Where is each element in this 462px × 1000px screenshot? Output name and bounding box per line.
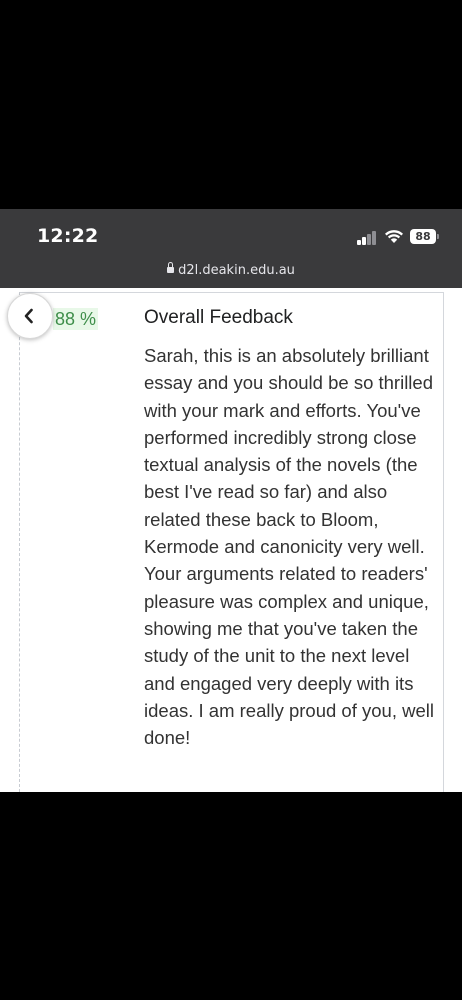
panel-left-dashed-border (19, 292, 20, 792)
panel-top-border (19, 292, 443, 293)
feedback-text: Sarah, this is an absolutely brilliant e… (144, 345, 434, 749)
chevron-left-icon (24, 308, 33, 324)
bottom-letterbox (0, 792, 462, 1000)
cellular-signal-icon (357, 231, 379, 245)
feedback-title: Overall Feedback (144, 307, 293, 328)
battery-indicator: 88 (410, 229, 436, 244)
back-button[interactable] (7, 293, 53, 339)
lock-icon (167, 262, 175, 273)
browser-url-bar[interactable]: d2l.deakin.edu.au (0, 260, 462, 288)
battery-tip (437, 234, 439, 239)
url-text: d2l.deakin.edu.au (178, 263, 295, 278)
panel-right-border (443, 292, 444, 792)
wifi-icon (385, 230, 403, 243)
status-bar: 12:22 88 (0, 209, 462, 260)
status-time: 12:22 (37, 225, 99, 247)
grade-percentage: 88 % (53, 308, 99, 330)
top-letterbox (0, 0, 462, 209)
url-display[interactable]: d2l.deakin.edu.au (0, 262, 462, 278)
feedback-panel: 88 % Overall Feedback Sarah, this is an … (0, 288, 462, 792)
